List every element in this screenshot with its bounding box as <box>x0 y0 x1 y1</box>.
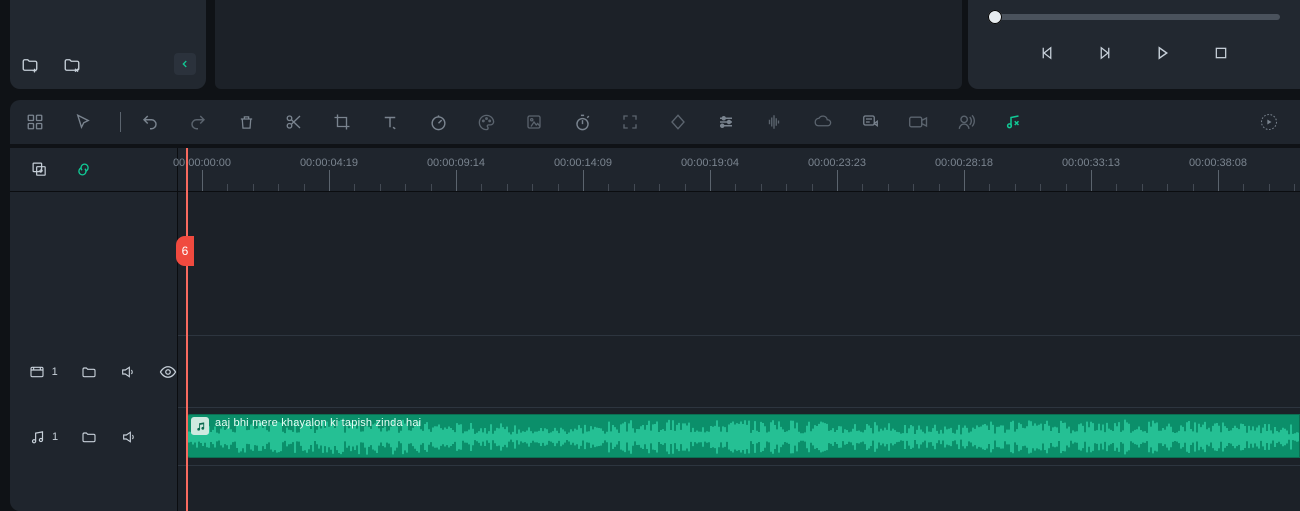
media-panel-footer <box>10 0 206 89</box>
audio-clip[interactable]: aaj bhi mere khayalon ki tapish zinda ha… <box>186 414 1300 458</box>
video-track-folder-button[interactable] <box>80 363 98 381</box>
audio-clip-title: aaj bhi mere khayalon ki tapish zinda ha… <box>215 417 421 429</box>
duration-button[interactable] <box>571 111 593 133</box>
fit-button <box>619 111 641 133</box>
text-button[interactable] <box>379 111 401 133</box>
ruler-label: 00:00:33:13 <box>1062 157 1120 169</box>
ruler-label: 00:00:19:04 <box>681 157 739 169</box>
track-headers: 1 1 <box>10 148 178 511</box>
add-track-button[interactable] <box>30 161 48 179</box>
collapse-panel-button[interactable] <box>174 53 196 75</box>
redo-button <box>187 111 209 133</box>
record-button <box>907 111 929 133</box>
ruler-label: 00:00:09:14 <box>427 157 485 169</box>
mosaic-button <box>523 111 545 133</box>
video-track-icon <box>28 363 46 381</box>
voice-button <box>955 111 977 133</box>
cut-button[interactable] <box>283 111 305 133</box>
audio-track-mute-button[interactable] <box>120 428 138 446</box>
progress-knob[interactable] <box>988 10 1002 24</box>
play-button[interactable] <box>1094 42 1116 64</box>
stt-button[interactable] <box>859 111 881 133</box>
audio-track-folder-button[interactable] <box>80 428 98 446</box>
playback-progress[interactable] <box>988 14 1280 20</box>
render-preview-button[interactable] <box>1258 111 1280 133</box>
adjust-button[interactable] <box>715 111 737 133</box>
audio-track-row[interactable]: aaj bhi mere khayalon ki tapish zinda ha… <box>178 408 1300 466</box>
auto-ripple-button[interactable] <box>74 161 92 179</box>
audio-stretch-button[interactable] <box>1003 111 1025 133</box>
preview-area <box>215 0 962 89</box>
stop-button[interactable] <box>1210 42 1232 64</box>
audio-track-index: 1 <box>52 431 58 443</box>
crop-button[interactable] <box>331 111 353 133</box>
ruler-label: 00:00:04:19 <box>300 157 358 169</box>
video-track-row[interactable] <box>178 336 1300 408</box>
next-button[interactable] <box>1152 42 1174 64</box>
audio-track-icon <box>28 428 46 446</box>
denoise-button <box>811 111 833 133</box>
timeline-panel: 1 1 00:00:00:0000:00:04:1900:0 <box>10 148 1300 511</box>
apps-button[interactable] <box>24 111 46 133</box>
audio-track-header: 1 <box>10 408 177 466</box>
delete-button[interactable] <box>235 111 257 133</box>
new-folder-button[interactable] <box>20 55 40 75</box>
tracks-area[interactable]: 00:00:00:0000:00:04:1900:00:09:1400:00:1… <box>178 148 1300 511</box>
music-note-icon <box>191 417 209 435</box>
prev-frame-button[interactable] <box>1036 42 1058 64</box>
video-track-header: 1 <box>10 336 177 408</box>
preview-controls-panel <box>968 0 1300 89</box>
keyframe-button <box>667 111 689 133</box>
ruler-label: 00:00:28:18 <box>935 157 993 169</box>
speed-button[interactable] <box>427 111 449 133</box>
spacer-row <box>178 192 1300 336</box>
video-track-index: 1 <box>52 366 58 378</box>
video-track-visibility-button[interactable] <box>159 363 177 381</box>
ruler-label: 00:00:38:08 <box>1189 157 1247 169</box>
ruler-label: 00:00:23:23 <box>808 157 866 169</box>
delete-folder-button[interactable] <box>62 55 82 75</box>
playhead-handle[interactable]: 6 <box>176 236 194 266</box>
timeline-ruler[interactable]: 00:00:00:0000:00:04:1900:00:09:1400:00:1… <box>178 148 1300 192</box>
select-button[interactable] <box>72 111 94 133</box>
playhead-handle-text: 6 <box>182 244 189 258</box>
ruler-label: 00:00:14:09 <box>554 157 612 169</box>
playhead[interactable]: 6 <box>186 148 188 511</box>
video-track-mute-button[interactable] <box>119 363 137 381</box>
audio-button <box>763 111 785 133</box>
color-button <box>475 111 497 133</box>
ruler-label: 00:00:00:00 <box>173 157 231 169</box>
timeline-toolbar <box>10 100 1300 144</box>
undo-button[interactable] <box>139 111 161 133</box>
